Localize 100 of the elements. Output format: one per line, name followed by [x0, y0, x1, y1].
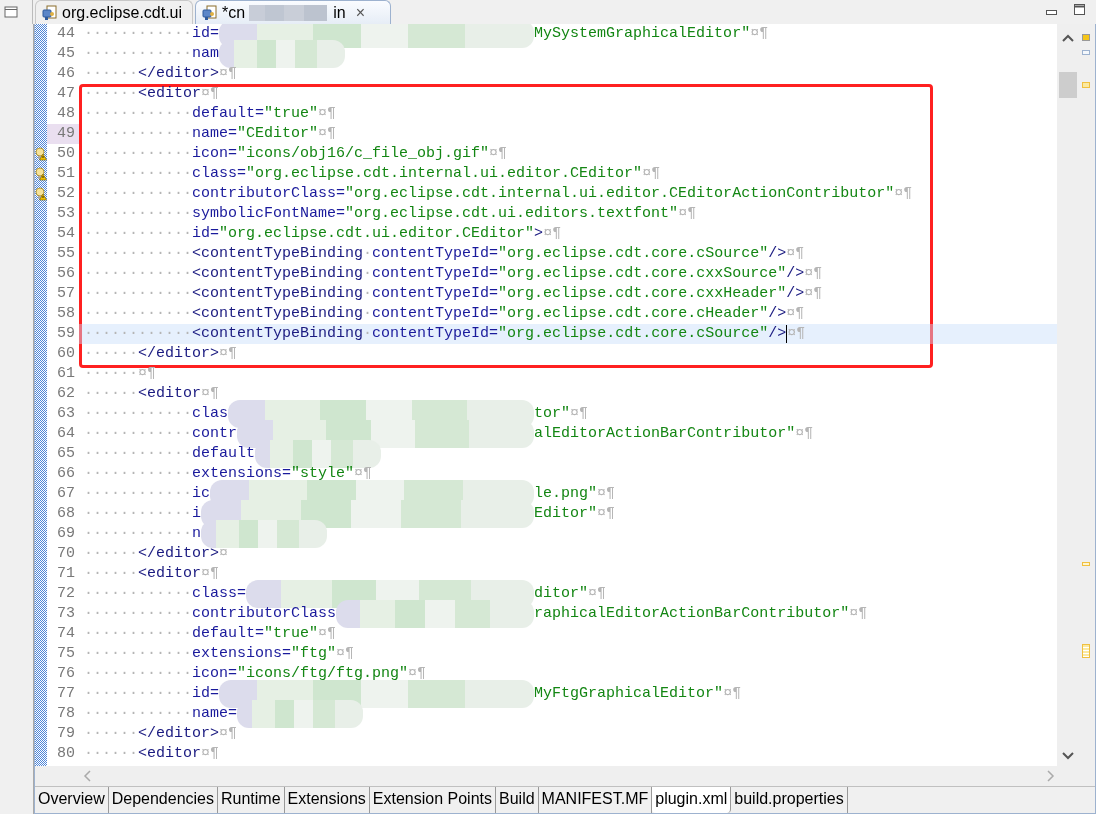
- attribute-name: symbolicFontName=: [192, 204, 346, 224]
- line-end-mark: ¤¶: [750, 24, 769, 44]
- xml-tag: </editor>: [138, 64, 220, 84]
- warning-bulb-icon[interactable]: [35, 167, 47, 181]
- line-number: 55: [56, 244, 76, 264]
- line-number: 58: [56, 304, 76, 324]
- whitespace-mark: ············: [84, 424, 193, 444]
- attribute-name: default: [192, 444, 256, 464]
- horizontal-scrollbar[interactable]: [35, 766, 1095, 786]
- whitespace-mark: ······: [84, 564, 138, 584]
- scroll-left-icon[interactable]: [83, 770, 91, 782]
- page-tab[interactable]: Runtime: [218, 787, 285, 813]
- maximize-icon[interactable]: [1074, 4, 1086, 16]
- scroll-down-icon[interactable]: [1062, 752, 1074, 760]
- line-end-mark: ¤¶: [723, 684, 742, 704]
- whitespace-mark: ·: [363, 324, 373, 344]
- line-end-mark: ¤¶: [849, 604, 868, 624]
- minimize-icon[interactable]: [4, 6, 18, 18]
- attribute-value: "org.eclipse.cdt.core.cSource": [498, 324, 769, 344]
- attribute-name: id=: [192, 24, 220, 44]
- line-end-mark: ¤¶: [786, 244, 805, 264]
- line-number: 75: [56, 644, 76, 664]
- page-tab[interactable]: Dependencies: [108, 787, 218, 813]
- attribute-name: class=: [192, 164, 247, 184]
- warning-bulb-icon[interactable]: [35, 187, 47, 201]
- page-tab[interactable]: build.properties: [731, 787, 848, 813]
- line-number: 79: [56, 724, 76, 744]
- xml-tag: </editor>: [138, 724, 220, 744]
- line-number: 46: [56, 64, 76, 84]
- line-number: 50: [56, 144, 76, 164]
- xml-tag: <contentTypeBinding: [192, 324, 364, 344]
- page-tab[interactable]: plugin.xml: [652, 787, 732, 813]
- attribute-name: icon=: [192, 144, 238, 164]
- page-tab[interactable]: Extension Points: [369, 787, 496, 813]
- line-number: 76: [56, 664, 76, 684]
- line-number: 52: [56, 184, 76, 204]
- attribute-name: clas: [192, 404, 229, 424]
- line-number: 54: [56, 224, 76, 244]
- line-end-mark: ¤¶: [201, 744, 220, 764]
- attribute-name: extensions=: [192, 644, 292, 664]
- whitespace-mark: ······: [84, 364, 138, 384]
- line-end-mark: ¤: [219, 544, 229, 564]
- whitespace-mark: ·: [363, 264, 373, 284]
- minimize-icon[interactable]: [1046, 10, 1058, 16]
- attribute-name: class=: [192, 584, 247, 604]
- warning-bulb-icon[interactable]: [35, 147, 47, 161]
- line-number: 63: [56, 404, 76, 424]
- line-end-mark: ¤¶: [795, 424, 814, 444]
- attribute-value: "org.eclipse.cdt.ui.editors.textfont": [345, 204, 679, 224]
- line-end-mark: ¤¶: [597, 484, 616, 504]
- attribute-name: nam: [192, 44, 220, 64]
- whitespace-mark: ············: [84, 504, 193, 524]
- whitespace-mark: ············: [84, 44, 193, 64]
- line-end-mark: ¤¶: [318, 104, 337, 124]
- editor-tab[interactable]: *cn in ×: [195, 0, 392, 24]
- xml-tag: >: [534, 224, 544, 244]
- whitespace-mark: ······: [84, 744, 138, 764]
- whitespace-mark: ············: [84, 224, 193, 244]
- attribute-name: n: [192, 524, 202, 544]
- attribute-value: "icons/ftg/ftg.png": [237, 664, 409, 684]
- whitespace-mark: ······: [84, 64, 138, 84]
- warning-marker-icon[interactable]: [1082, 562, 1090, 566]
- line-end-mark: ¤¶: [219, 64, 238, 84]
- whitespace-mark: ············: [84, 624, 193, 644]
- whitespace-mark: ············: [84, 584, 193, 604]
- line-end-mark: ¤¶: [318, 124, 337, 144]
- line-end-mark: ¤¶: [597, 504, 616, 524]
- page-tab[interactable]: Overview: [35, 787, 109, 813]
- editor-tab[interactable]: org.eclipse.cdt.ui: [35, 0, 194, 24]
- attribute-value: raphicalEditorActionBarContributor": [534, 604, 850, 624]
- whitespace-mark: ·: [363, 304, 373, 324]
- occurrence-marker-icon[interactable]: [1082, 50, 1090, 55]
- line-number: 64: [56, 424, 76, 444]
- attribute-value: "org.eclipse.cdt.internal.ui.editor.CEditorActionContributor": [345, 184, 895, 204]
- xml-tag: <editor: [138, 84, 202, 104]
- scroll-right-icon[interactable]: [1047, 770, 1055, 782]
- scroll-up-icon[interactable]: [1062, 34, 1074, 42]
- whitespace-mark: ············: [84, 244, 193, 264]
- line-number: 53: [56, 204, 76, 224]
- whitespace-mark: ············: [84, 404, 193, 424]
- whitespace-mark: ············: [84, 304, 193, 324]
- page-tab[interactable]: Extensions: [284, 787, 370, 813]
- warning-marker-icon[interactable]: [1082, 644, 1090, 658]
- xml-tag: />: [786, 264, 805, 284]
- whitespace-mark: ············: [84, 204, 193, 224]
- attribute-value: "true": [264, 104, 319, 124]
- whitespace-mark: ············: [84, 124, 193, 144]
- attribute-value: Editor": [534, 504, 598, 524]
- attribute-name: contentTypeId=: [372, 264, 499, 284]
- warning-marker-icon[interactable]: [1082, 82, 1090, 88]
- whitespace-mark: ·: [363, 284, 373, 304]
- whitespace-mark: ·: [363, 244, 373, 264]
- page-tab[interactable]: Build: [496, 787, 539, 813]
- line-end-mark: ¤¶: [489, 144, 508, 164]
- line-end-mark: ¤¶: [408, 664, 427, 684]
- warning-marker-icon[interactable]: [1082, 34, 1090, 41]
- attribute-value: MySystemGraphicalEditor": [534, 24, 751, 44]
- attribute-value: "CEditor": [237, 124, 319, 144]
- xml-tag: <contentTypeBinding: [192, 304, 364, 324]
- scroll-thumb[interactable]: [1059, 72, 1077, 98]
